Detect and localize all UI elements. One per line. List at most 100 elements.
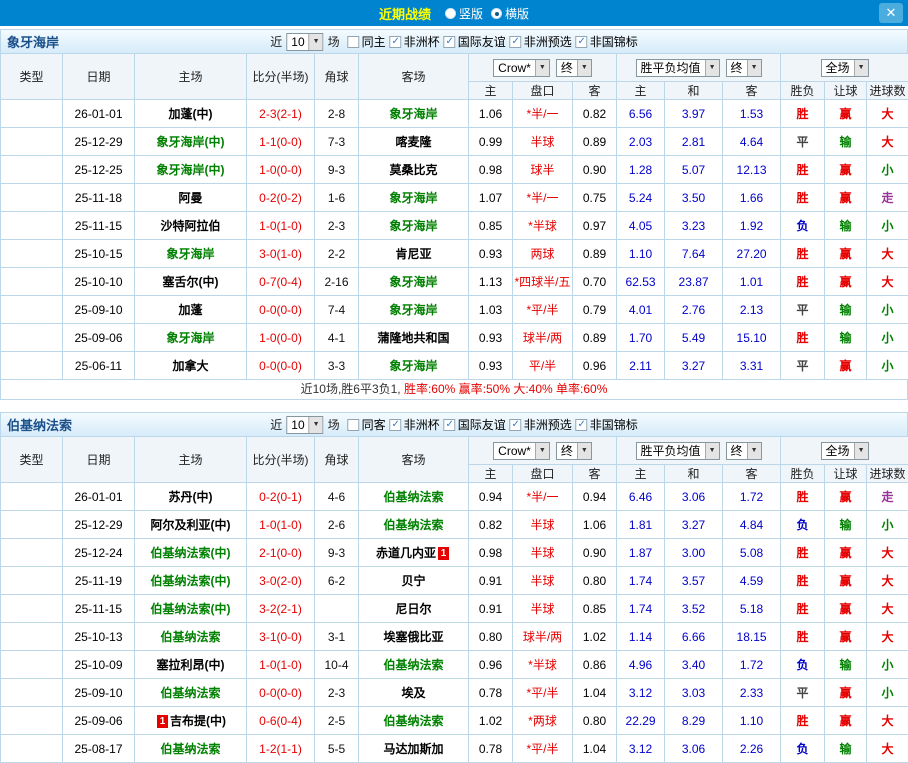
match-result: 胜 — [781, 707, 825, 735]
match-row: 国际友谊25-11-18阿曼0-2(0-2)1-6象牙海岸1.07*半/一0.7… — [1, 184, 908, 212]
checkbox-icon[interactable]: ✓ — [576, 419, 588, 431]
match-result: 胜 — [781, 156, 825, 184]
filter-checkbox[interactable]: ✓国际友谊 — [444, 416, 506, 433]
scope-dropdown[interactable]: 全场▼ — [821, 59, 869, 77]
filter-checkbox[interactable]: ✓非国锦标 — [576, 416, 638, 433]
team-name: 伯基纳法索 — [7, 415, 72, 434]
corner-count: 9-3 — [315, 539, 359, 567]
col-type: 类型 — [1, 437, 63, 483]
match-result: 胜 — [781, 268, 825, 296]
filter-checkbox[interactable]: 同主 — [348, 33, 386, 50]
match-date: 25-10-13 — [63, 623, 135, 651]
checkbox-icon[interactable]: ✓ — [576, 36, 588, 48]
corner-count: 4-1 — [315, 324, 359, 352]
match-date: 26-01-01 — [63, 100, 135, 128]
away-team: 贝宁 — [359, 567, 469, 595]
away-team: 伯基纳法索 — [359, 707, 469, 735]
final-odds-dropdown[interactable]: 终▼ — [556, 59, 592, 77]
checkbox-icon[interactable]: ✓ — [510, 419, 522, 431]
filter-checkbox[interactable]: ✓非洲预选 — [510, 416, 572, 433]
dropdown-value: Crow* — [494, 443, 535, 459]
handicap-line: 球半/两 — [513, 324, 573, 352]
corner-count: 2-8 — [315, 100, 359, 128]
europe-odds-dropdown[interactable]: 胜平负均值▼ — [636, 442, 720, 460]
match-date: 25-10-09 — [63, 651, 135, 679]
away-team: 象牙海岸 — [359, 212, 469, 240]
match-date: 25-12-29 — [63, 511, 135, 539]
europe-away-odds: 4.64 — [723, 128, 781, 156]
europe-home-odds: 1.70 — [617, 324, 665, 352]
checkbox-icon[interactable]: ✓ — [390, 36, 402, 48]
match-result: 胜 — [781, 324, 825, 352]
filter-checkbox[interactable]: ✓非洲预选 — [510, 33, 572, 50]
europe-odds-header: 胜平负均值▼ 终▼ — [617, 54, 781, 82]
filter-checkbox[interactable]: ✓国际友谊 — [444, 33, 506, 50]
col-goals: 进球数 — [867, 465, 908, 483]
match-date: 25-08-17 — [63, 735, 135, 763]
europe-draw-odds: 3.06 — [665, 483, 723, 511]
europe-draw-odds: 3.23 — [665, 212, 723, 240]
bookmaker-dropdown[interactable]: Crow*▼ — [493, 442, 550, 460]
match-date: 25-12-25 — [63, 156, 135, 184]
layout-mode-option[interactable]: 横版 — [491, 5, 529, 22]
europe-home-odds: 1.74 — [617, 595, 665, 623]
europe-away-odds: 5.18 — [723, 595, 781, 623]
col-handicap-result: 让球 — [825, 82, 867, 100]
europe-odds-dropdown[interactable]: 胜平负均值▼ — [636, 59, 720, 77]
col-europe-away: 客 — [723, 82, 781, 100]
radio-icon[interactable] — [491, 8, 502, 19]
europe-home-odds: 2.11 — [617, 352, 665, 380]
dropdown-value: Crow* — [494, 60, 535, 76]
competition-type: 非洲预选 — [1, 324, 63, 352]
europe-home-odds: 1.81 — [617, 511, 665, 539]
handicap-result: 赢 — [825, 539, 867, 567]
handicap-line: *半/一 — [513, 100, 573, 128]
checkbox-icon[interactable] — [348, 419, 360, 431]
filter-checkbox[interactable]: 同客 — [348, 416, 386, 433]
handicap-line: *四球半/五 — [513, 268, 573, 296]
checkbox-icon[interactable]: ✓ — [510, 36, 522, 48]
match-row: 非洲预选25-09-10伯基纳法索0-0(0-0)2-3埃及0.78*平/半1.… — [1, 679, 908, 707]
match-row: 非洲预选25-10-13伯基纳法索3-1(0-0)3-1埃塞俄比亚0.80球半/… — [1, 623, 908, 651]
checkbox-icon[interactable]: ✓ — [390, 419, 402, 431]
match-count-dropdown[interactable]: 10▼ — [286, 416, 323, 434]
score: 1-0(1-0) — [247, 651, 315, 679]
match-date: 25-09-06 — [63, 324, 135, 352]
final-odds-dropdown[interactable]: 终▼ — [556, 442, 592, 460]
handicap-home-odds: 1.13 — [469, 268, 513, 296]
filter-checkbox[interactable]: ✓非洲杯 — [390, 416, 440, 433]
handicap-away-odds: 0.90 — [573, 539, 617, 567]
handicap-away-odds: 0.82 — [573, 100, 617, 128]
home-team: 伯基纳法索 — [135, 679, 247, 707]
close-button[interactable]: ✕ — [879, 3, 903, 23]
match-count-dropdown[interactable]: 10▼ — [286, 33, 323, 51]
competition-type: 非洲预选 — [1, 240, 63, 268]
europe-away-odds: 4.84 — [723, 511, 781, 539]
scope-dropdown[interactable]: 全场▼ — [821, 442, 869, 460]
checkbox-icon[interactable]: ✓ — [444, 419, 456, 431]
summary-bar: 近10场,胜6平3负1, 胜率:60% 赢率:50% 大:40% 单率:60% — [0, 380, 908, 400]
competition-type: 非洲预选 — [1, 651, 63, 679]
home-team: 阿曼 — [135, 184, 247, 212]
europe-away-odds: 1.72 — [723, 651, 781, 679]
home-team: 阿尔及利亚(中) — [135, 511, 247, 539]
final-odds-dropdown[interactable]: 终▼ — [726, 59, 762, 77]
final-odds-dropdown[interactable]: 终▼ — [726, 442, 762, 460]
topbar: 近期战绩 竖版横版 ✕ — [0, 0, 908, 26]
europe-home-odds: 5.24 — [617, 184, 665, 212]
col-handicap-home: 主 — [469, 465, 513, 483]
checkbox-icon[interactable]: ✓ — [444, 36, 456, 48]
match-row: 国际友谊25-06-11加拿大0-0(0-0)3-3象牙海岸0.93平/半0.9… — [1, 352, 908, 380]
handicap-result: 赢 — [825, 240, 867, 268]
filter-checkbox[interactable]: ✓非洲杯 — [390, 33, 440, 50]
match-result: 平 — [781, 679, 825, 707]
col-corner: 角球 — [315, 54, 359, 100]
bookmaker-dropdown[interactable]: Crow*▼ — [493, 59, 550, 77]
filter-checkbox[interactable]: ✓非国锦标 — [576, 33, 638, 50]
layout-mode-option[interactable]: 竖版 — [445, 5, 483, 22]
match-result: 负 — [781, 651, 825, 679]
goals-result: 小 — [867, 296, 908, 324]
radio-icon[interactable] — [445, 8, 456, 19]
europe-draw-odds: 7.64 — [665, 240, 723, 268]
checkbox-icon[interactable] — [348, 36, 360, 48]
